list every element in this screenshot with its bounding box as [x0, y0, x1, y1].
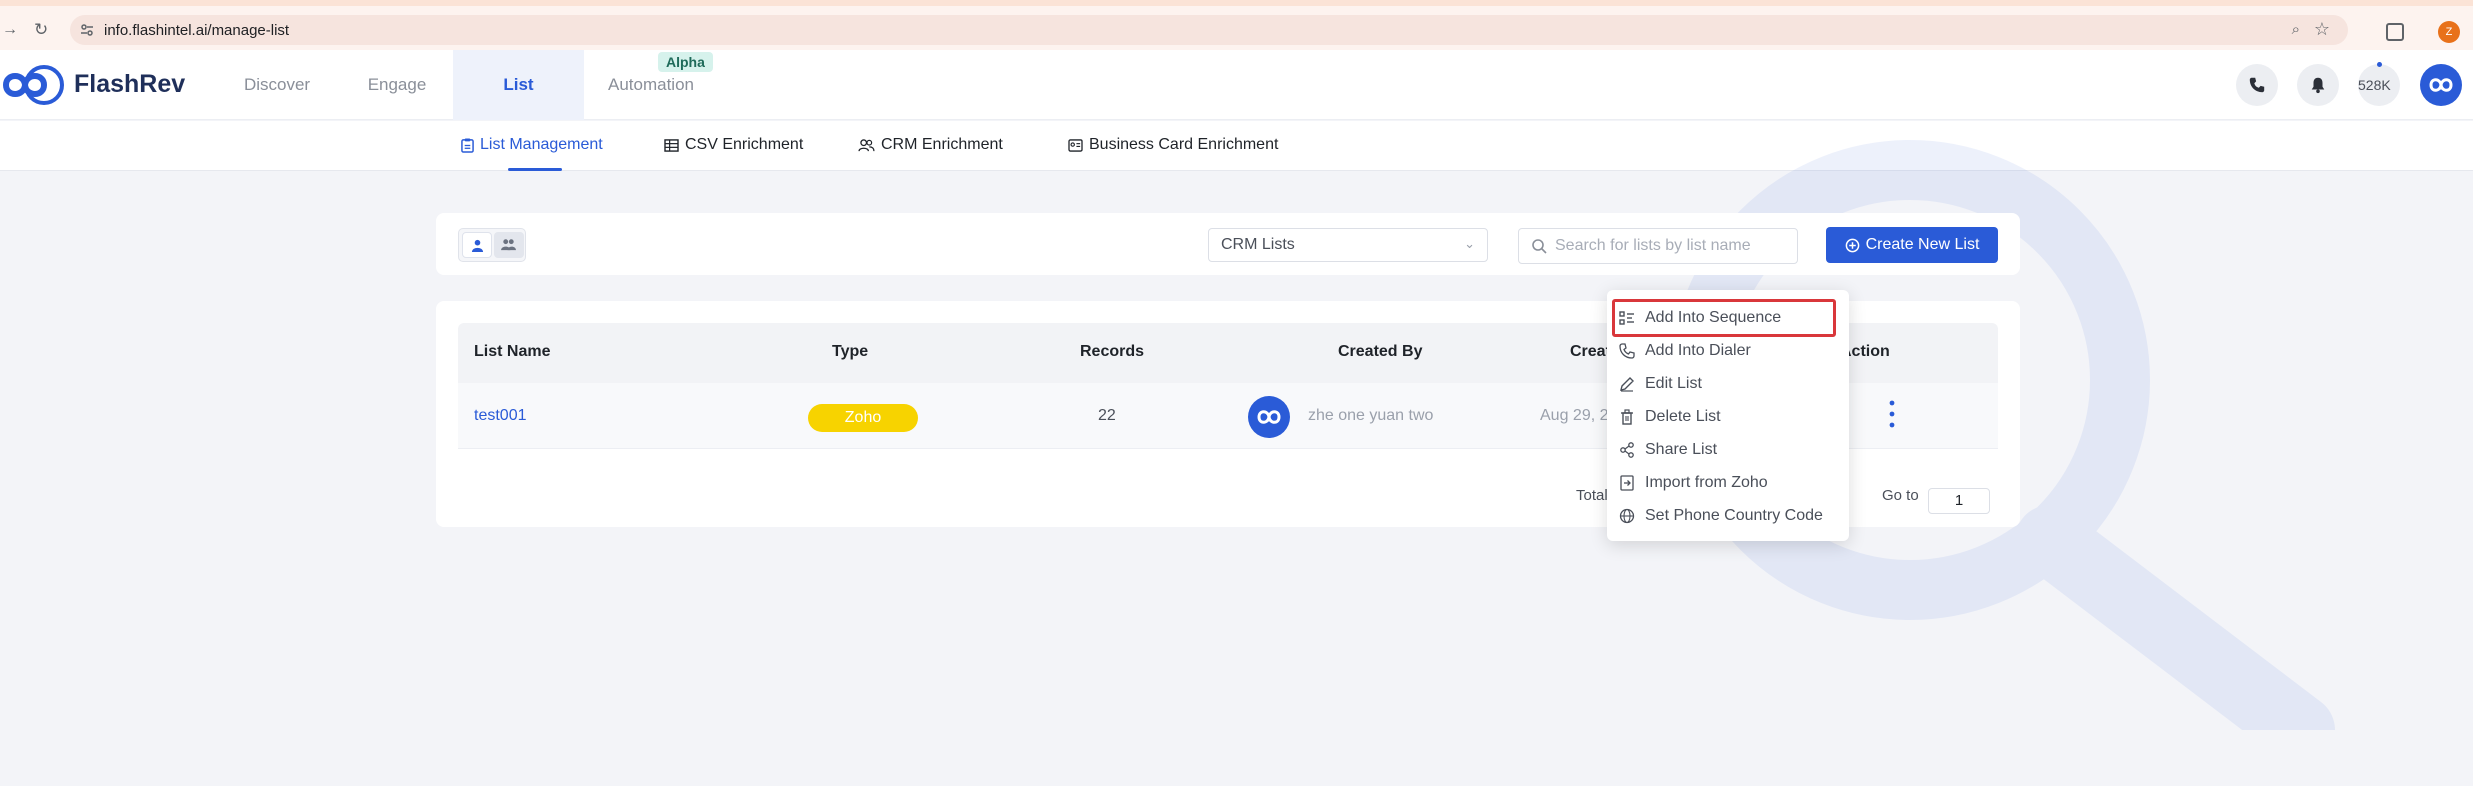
- tab-list-management[interactable]: List Management: [461, 136, 603, 154]
- column-header-created-at: Creat: [1570, 343, 1611, 360]
- column-header-records: Records: [1080, 343, 1145, 360]
- nav-list[interactable]: List: [453, 50, 584, 120]
- nav-discover[interactable]: Discover: [230, 50, 324, 120]
- import-icon: [1620, 475, 1634, 491]
- browser-toolbar: → ↻ info.flashintel.ai/manage-list ⌕ ☆ Z: [0, 6, 2473, 50]
- flashrev-logo-icon[interactable]: [0, 64, 64, 106]
- tab-csv-enrichment[interactable]: CSV Enrichment: [664, 136, 803, 154]
- users-icon: [858, 138, 875, 151]
- avatar-logo-icon: [1257, 410, 1281, 424]
- credits-indicator-dot: [2377, 62, 2382, 67]
- column-header-type: Type: [832, 343, 869, 360]
- reload-icon[interactable]: ↻: [34, 20, 48, 40]
- menu-item-add-into-dialer[interactable]: Add Into Dialer: [1619, 336, 1751, 366]
- list-actions-menu: Add Into Sequence Add Into Dialer Edit L…: [1607, 290, 1849, 541]
- nav-engage[interactable]: Engage: [350, 50, 444, 120]
- table-icon: [664, 138, 679, 152]
- menu-item-label: Edit List: [1645, 375, 1702, 392]
- extensions-icon[interactable]: [2386, 23, 2404, 41]
- active-tab-indicator: [508, 168, 562, 171]
- app-header: FlashRev Discover Engage List Automation…: [0, 50, 2473, 120]
- pagination-total: Total: [1576, 487, 1608, 504]
- goto-page-input[interactable]: 1: [1928, 488, 1990, 514]
- tab-business-card-enrichment[interactable]: Business Card Enrichment: [1068, 136, 1278, 154]
- list-name-link[interactable]: test001: [474, 407, 526, 425]
- menu-item-share-list[interactable]: Share List: [1619, 435, 1717, 465]
- create-new-list-button[interactable]: Create New List: [1826, 227, 1998, 263]
- clipboard-icon: [461, 138, 474, 153]
- tab-label: CSV Enrichment: [685, 136, 804, 153]
- records-count: 22: [1098, 407, 1116, 424]
- search-box[interactable]: [1518, 228, 1798, 264]
- share-icon: [1620, 442, 1634, 458]
- menu-item-delete-list[interactable]: Delete List: [1619, 402, 1721, 432]
- browser-profile-avatar[interactable]: Z: [2438, 21, 2460, 43]
- menu-item-import-from-zoho[interactable]: Import from Zoho: [1619, 468, 1768, 498]
- menu-item-label: Import from Zoho: [1645, 474, 1768, 491]
- id-card-icon: [1068, 138, 1083, 152]
- edit-icon: [1620, 377, 1634, 392]
- column-header-created-by: Created By: [1338, 343, 1423, 360]
- menu-item-edit-list[interactable]: Edit List: [1619, 369, 1702, 399]
- app-name[interactable]: FlashRev: [74, 70, 185, 99]
- forward-arrow-icon[interactable]: →: [2, 21, 18, 39]
- select-value: CRM Lists: [1221, 236, 1295, 253]
- column-header-list-name: List Name: [474, 343, 551, 360]
- group-icon: [501, 239, 516, 251]
- list-type-select[interactable]: CRM Lists ⌄: [1208, 228, 1488, 262]
- tab-label: Business Card Enrichment: [1089, 136, 1279, 153]
- my-lists-toggle[interactable]: [462, 232, 492, 258]
- owner-toggle: [458, 228, 526, 262]
- team-lists-toggle[interactable]: [494, 232, 524, 258]
- menu-item-add-into-sequence[interactable]: Add Into Sequence: [1619, 303, 1781, 333]
- phone-icon: [1619, 343, 1635, 359]
- notification-button[interactable]: [2297, 64, 2339, 106]
- phone-button[interactable]: [2236, 64, 2278, 106]
- user-avatar[interactable]: [2420, 64, 2462, 106]
- alpha-badge: Alpha: [658, 52, 713, 72]
- creator-avatar: [1248, 396, 1290, 438]
- search-icon: [1532, 239, 1547, 254]
- credits-count: 528K: [2358, 77, 2391, 93]
- search-input[interactable]: [1555, 235, 1785, 257]
- pagination-goto-label: Go to: [1882, 487, 1919, 504]
- tab-label: CRM Enrichment: [881, 136, 1003, 153]
- plus-circle-icon: [1845, 238, 1859, 252]
- chevron-down-icon: ⌄: [1464, 236, 1475, 251]
- create-button-label: Create New List: [1865, 236, 1980, 253]
- tab-label: List Management: [480, 136, 603, 153]
- creator-name: zhe one yuan two: [1308, 407, 1434, 424]
- bell-icon: [2311, 77, 2325, 94]
- menu-item-set-phone-country-code[interactable]: Set Phone Country Code: [1619, 501, 1823, 531]
- more-actions-icon[interactable]: [1886, 399, 1898, 429]
- menu-item-label: Share List: [1645, 441, 1718, 458]
- menu-item-label: Set Phone Country Code: [1645, 507, 1823, 524]
- menu-item-label: Delete List: [1645, 408, 1721, 425]
- menu-item-label: Add Into Sequence: [1645, 309, 1782, 326]
- tab-crm-enrichment[interactable]: CRM Enrichment: [858, 136, 1003, 154]
- address-bar[interactable]: info.flashintel.ai/manage-list ⌕ ☆: [70, 15, 2348, 45]
- person-icon: [471, 239, 484, 252]
- avatar-logo-icon: [2429, 78, 2453, 92]
- menu-item-label: Add Into Dialer: [1645, 342, 1751, 359]
- list-toolbar-card: CRM Lists ⌄ Create New List: [436, 213, 2020, 275]
- sequence-icon: [1619, 311, 1634, 325]
- url-text[interactable]: info.flashintel.ai/manage-list: [104, 22, 289, 39]
- site-settings-icon[interactable]: [80, 23, 94, 37]
- trash-icon: [1621, 409, 1633, 425]
- created-date: Aug 29, 2: [1540, 407, 1609, 424]
- type-badge: Zoho: [808, 404, 918, 432]
- bookmark-star-icon[interactable]: ☆: [2314, 19, 2330, 40]
- phone-icon: [2249, 77, 2265, 93]
- zoom-icon[interactable]: ⌕: [2292, 21, 2300, 38]
- globe-icon: [1619, 508, 1635, 524]
